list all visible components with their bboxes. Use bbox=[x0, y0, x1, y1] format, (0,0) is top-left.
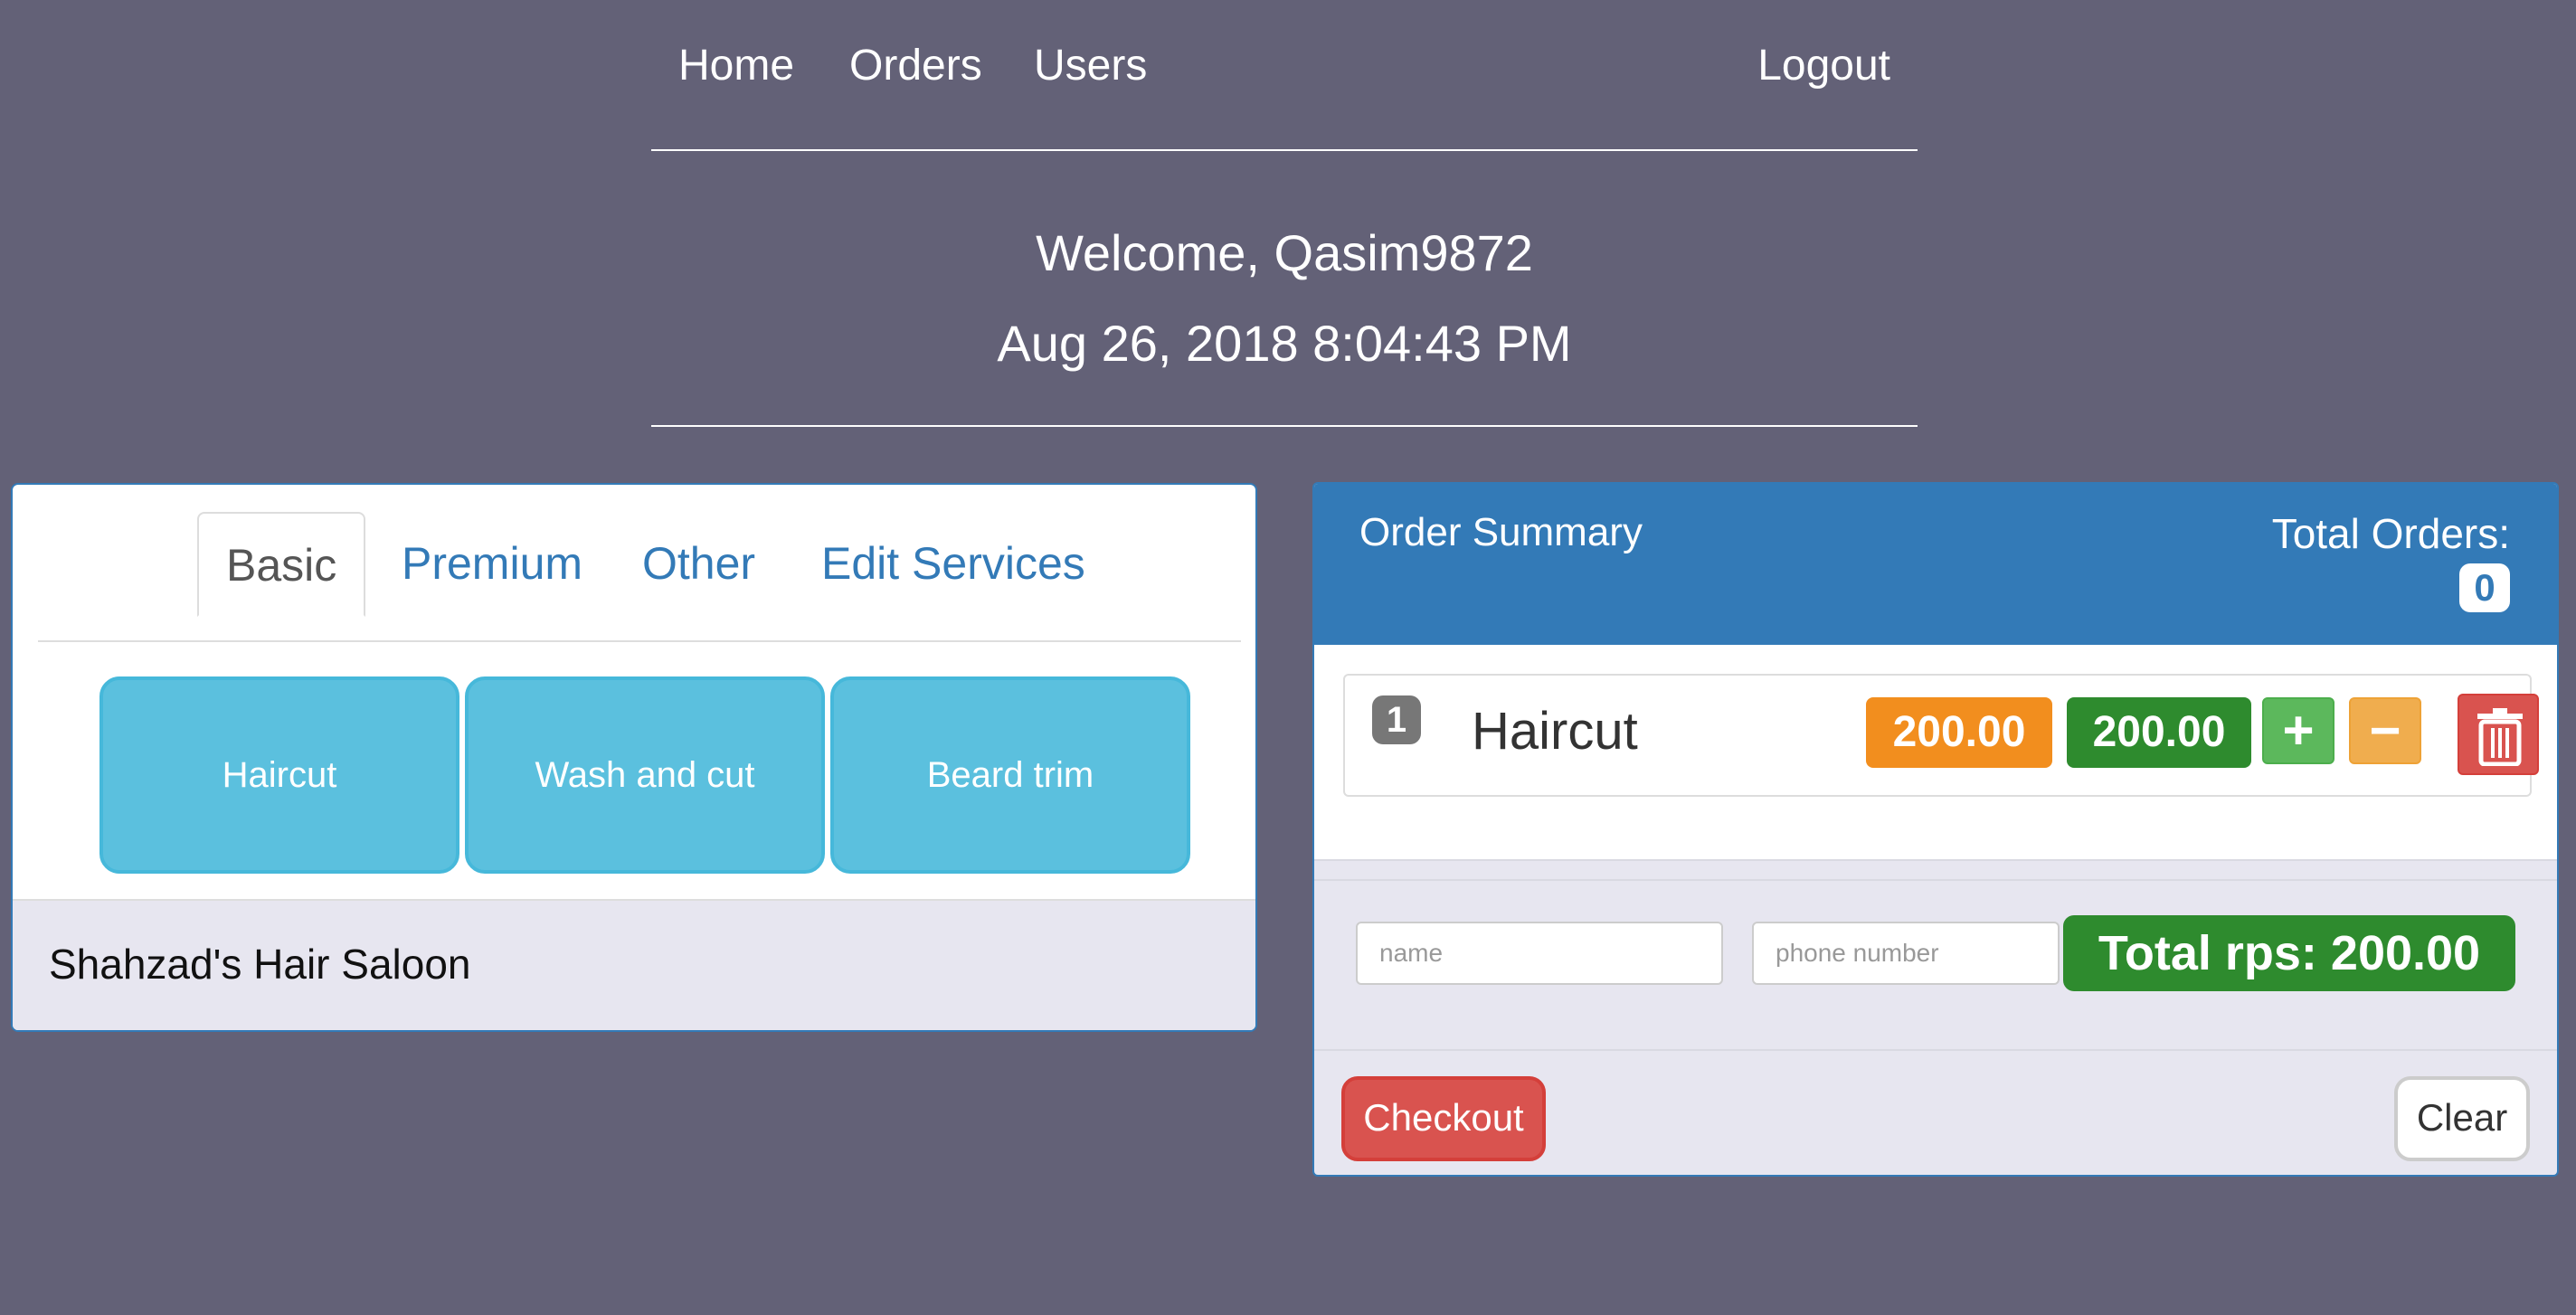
welcome-section: Welcome, Qasim9872 Aug 26, 2018 8:04:43 … bbox=[651, 151, 1918, 427]
nav-users-link[interactable]: Users bbox=[1034, 40, 1147, 92]
top-nav: Home Orders Users Logout bbox=[651, 0, 1918, 151]
line-total-badge: 200.00 bbox=[2067, 697, 2251, 768]
welcome-message: Welcome, Qasim9872 bbox=[1036, 224, 1533, 281]
unit-price-badge: 200.00 bbox=[1866, 697, 2052, 768]
tab-other[interactable]: Other bbox=[615, 512, 782, 615]
nav-orders-link[interactable]: Orders bbox=[849, 40, 982, 92]
tab-basic[interactable]: Basic bbox=[197, 512, 366, 617]
services-panel: Basic Premium Other Edit Services Haircu… bbox=[11, 483, 1257, 1032]
delete-item-button[interactable] bbox=[2458, 694, 2539, 775]
nav-logout-link[interactable]: Logout bbox=[1757, 40, 1890, 92]
service-beard-trim-button[interactable]: Beard trim bbox=[830, 676, 1190, 874]
order-summary-panel: Order Summary Total Orders: 0 1 Haircut … bbox=[1312, 482, 2559, 1177]
order-item-name: Haircut bbox=[1472, 702, 1638, 761]
phone-number-input[interactable] bbox=[1752, 922, 2060, 985]
plus-icon: + bbox=[2282, 700, 2315, 761]
saloon-name: Shahzad's Hair Saloon bbox=[13, 899, 1255, 1030]
tab-premium[interactable]: Premium bbox=[374, 512, 610, 615]
order-item-row: 1 Haircut 200.00 200.00 + − bbox=[1343, 674, 2539, 797]
order-summary-header: Order Summary Total Orders: 0 bbox=[1314, 484, 2557, 645]
nav-home-link[interactable]: Home bbox=[678, 40, 794, 92]
increase-quantity-button[interactable]: + bbox=[2262, 697, 2334, 764]
decrease-quantity-button[interactable]: − bbox=[2349, 697, 2421, 764]
order-summary-title: Order Summary bbox=[1359, 510, 1643, 554]
quantity-badge: 1 bbox=[1372, 695, 1421, 744]
checkout-button[interactable]: Checkout bbox=[1341, 1076, 1546, 1161]
service-haircut-button[interactable]: Haircut bbox=[99, 676, 459, 874]
trash-icon bbox=[2477, 708, 2523, 766]
current-datetime: Aug 26, 2018 8:04:43 PM bbox=[997, 315, 1572, 372]
clear-button[interactable]: Clear bbox=[2394, 1076, 2530, 1161]
tab-edit-services[interactable]: Edit Services bbox=[794, 512, 1113, 615]
service-tabs: Basic Premium Other Edit Services bbox=[38, 512, 1241, 642]
order-total-badge: Total rps: 200.00 bbox=[2063, 915, 2515, 991]
service-wash-and-cut-button[interactable]: Wash and cut bbox=[465, 676, 825, 874]
order-items: 1 Haircut 200.00 200.00 + − bbox=[1314, 645, 2557, 861]
customer-details: Total rps: 200.00 bbox=[1314, 879, 2557, 1051]
total-orders-label: Total Orders: bbox=[2271, 510, 2510, 557]
total-orders-badge: 0 bbox=[2459, 563, 2510, 612]
customer-name-input[interactable] bbox=[1356, 922, 1723, 985]
minus-icon: − bbox=[2369, 700, 2401, 761]
